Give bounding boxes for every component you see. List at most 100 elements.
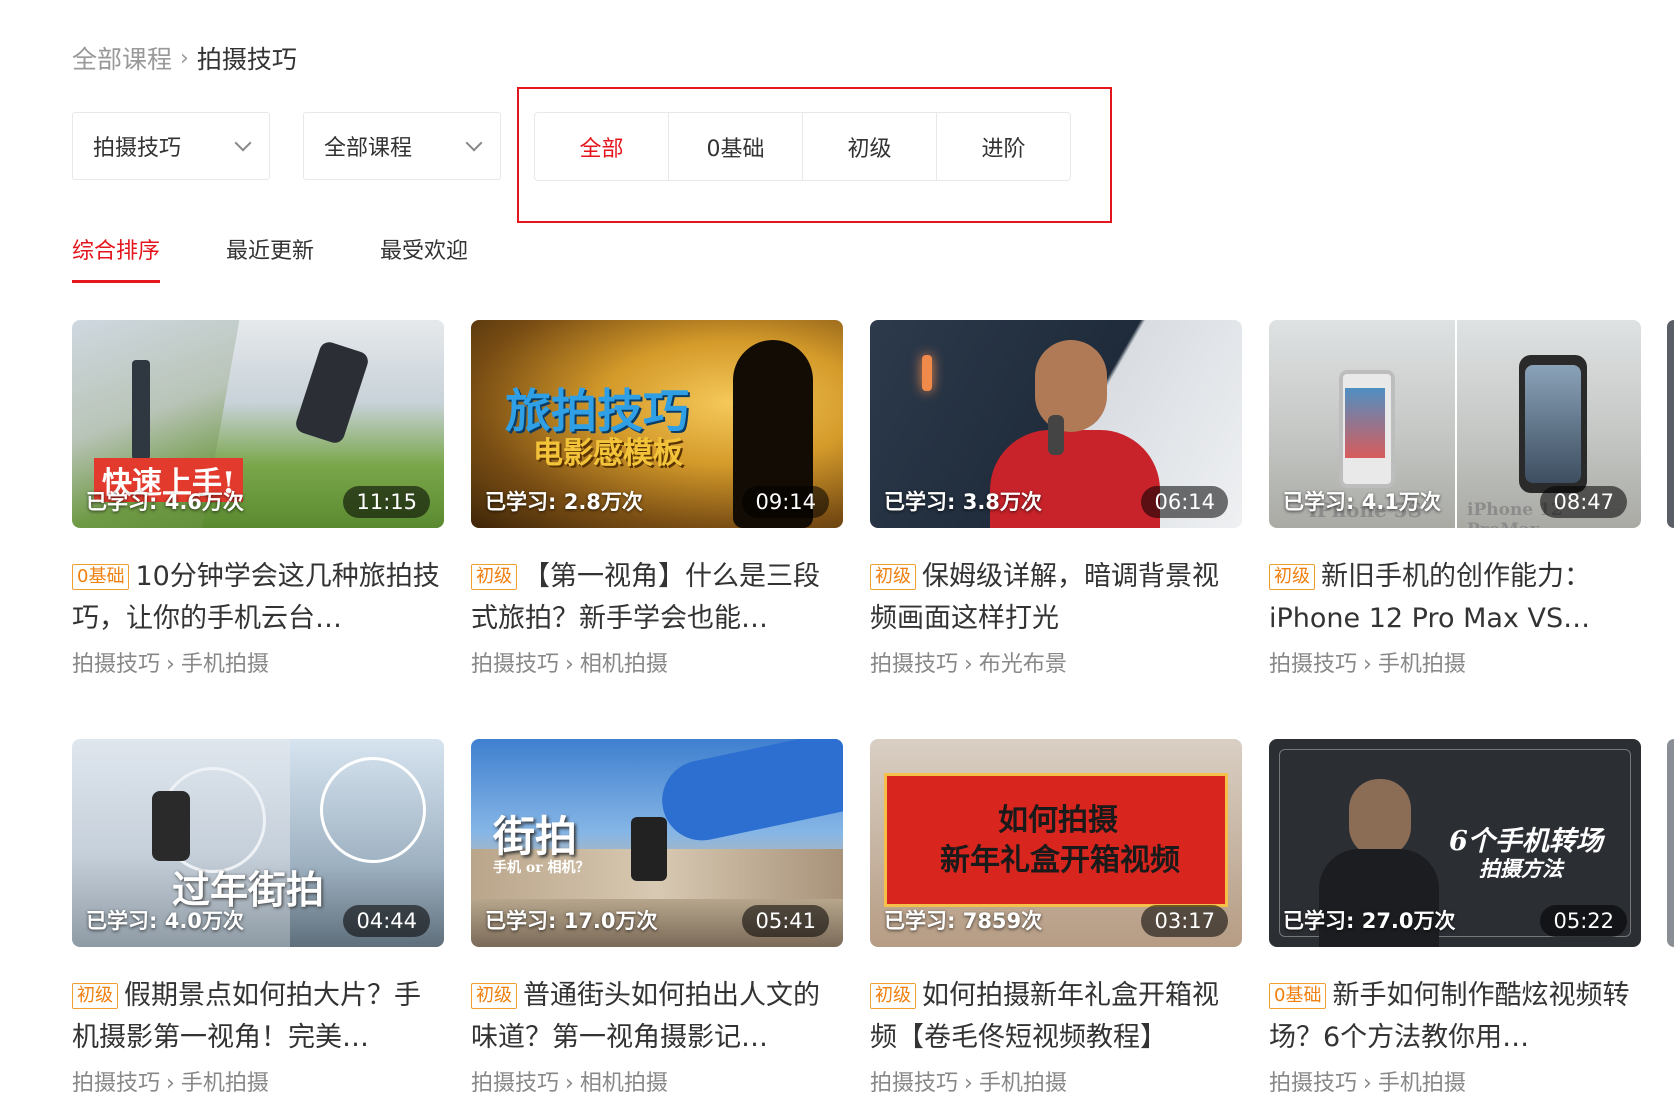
category-select[interactable]: 拍摄技巧 <box>72 112 270 180</box>
course-thumbnail[interactable]: 已学习: 3.8万次 06:14 <box>870 320 1242 528</box>
chevron-right-icon: › <box>1363 652 1372 677</box>
course-title[interactable]: 初级 普通街头如何拍出人文的味道？第一视角摄影记… <box>471 975 843 1059</box>
duration-badge: 09:14 <box>742 486 829 518</box>
course-card[interactable]: 快速上手! 已学习: 4.6万次 11:15 0基础 10分钟学会这几种旅拍技巧，… <box>72 320 444 678</box>
course-thumbnail[interactable]: 旅拍技巧 电影感模板 已学习: 2.8万次 09:14 <box>471 320 843 528</box>
learned-count: 已学习: 27.0万次 <box>1283 909 1456 933</box>
breadcrumb-root-link[interactable]: 全部课程 <box>72 40 172 76</box>
chevron-right-icon: › <box>1363 1071 1372 1096</box>
course-title[interactable]: 初级 新旧手机的创作能力：iPhone 12 Pro Max VS… <box>1269 556 1641 640</box>
course-category: 拍摄技巧 › 手机拍摄 <box>870 1065 1242 1097</box>
category-primary[interactable]: 拍摄技巧 <box>1269 1071 1357 1096</box>
course-thumbnail[interactable]: iPhone 5S iPhone 12 ProMax 已学习: 4.1万次 08… <box>1269 320 1641 528</box>
ferris-wheel-graphic <box>320 757 426 863</box>
course-category: 拍摄技巧 › 相机拍摄 <box>471 646 843 678</box>
next-card-thumbnail-edge[interactable] <box>1667 320 1674 528</box>
category-primary[interactable]: 拍摄技巧 <box>1269 652 1357 677</box>
course-card[interactable]: iPhone 5S iPhone 12 ProMax 已学习: 4.1万次 08… <box>1269 320 1641 678</box>
course-thumbnail[interactable]: 6个手机转场 拍摄方法 已学习: 27.0万次 05:22 <box>1269 739 1641 947</box>
level-tab-beginner[interactable]: 初级 <box>802 113 936 180</box>
duration-badge: 04:44 <box>343 905 430 937</box>
course-card[interactable]: 如何拍摄 新年礼盒开箱视频 已学习: 7859次 03:17 初级 如何拍摄新年礼… <box>870 739 1242 1097</box>
thumbnail-overlay-subtext: 手机 or 相机？ <box>493 860 590 876</box>
course-select-value: 全部课程 <box>324 136 413 161</box>
course-title[interactable]: 初级 假期景点如何拍大片？手机摄影第一视角！完美… <box>72 975 444 1059</box>
learned-count: 已学习: 3.8万次 <box>884 490 1042 514</box>
category-secondary[interactable]: 相机拍摄 <box>580 1071 668 1096</box>
category-primary[interactable]: 拍摄技巧 <box>471 652 559 677</box>
next-card-thumbnail-edge[interactable] <box>1667 739 1674 947</box>
course-title[interactable]: 0基础 新手如何制作酷炫视频转场？6个方法教你用… <box>1269 975 1641 1059</box>
course-category: 拍摄技巧 › 布光布景 <box>870 646 1242 678</box>
level-badge: 初级 <box>471 564 517 590</box>
level-badge: 初级 <box>471 983 517 1009</box>
course-title-text: 【第一视角】什么是三段式旅拍？新手学会也能… <box>471 561 820 634</box>
category-secondary[interactable]: 手机拍摄 <box>1378 652 1466 677</box>
category-secondary[interactable]: 布光布景 <box>979 652 1067 677</box>
learned-count: 已学习: 4.1万次 <box>1283 490 1441 514</box>
category-secondary[interactable]: 手机拍摄 <box>181 1071 269 1096</box>
level-badge: 0基础 <box>72 564 130 590</box>
category-secondary[interactable]: 手机拍摄 <box>1378 1071 1466 1096</box>
learned-count: 已学习: 2.8万次 <box>485 490 643 514</box>
course-title[interactable]: 初级 保姆级详解，暗调背景视频画面这样打光 <box>870 556 1242 640</box>
category-secondary[interactable]: 相机拍摄 <box>580 652 668 677</box>
category-primary[interactable]: 拍摄技巧 <box>870 652 958 677</box>
course-card[interactable]: 旅拍技巧 电影感模板 已学习: 2.8万次 09:14 初级 【第一视角】什么是三… <box>471 320 843 678</box>
chevron-right-icon: › <box>964 1071 973 1096</box>
course-card[interactable]: 过年街拍 已学习: 4.0万次 04:44 初级 假期景点如何拍大片？手机摄影第一… <box>72 739 444 1097</box>
level-tab-advanced[interactable]: 进阶 <box>936 113 1070 180</box>
level-tab-zero-basis[interactable]: 0基础 <box>668 113 802 180</box>
presenter-graphic <box>1349 779 1411 857</box>
course-category: 拍摄技巧 › 手机拍摄 <box>72 1065 444 1097</box>
course-title[interactable]: 初级 如何拍摄新年礼盒开箱视频【卷毛佟短视频教程】 <box>870 975 1242 1059</box>
lamp-graphic <box>922 355 932 391</box>
course-select[interactable]: 全部课程 <box>303 112 501 180</box>
level-badge: 初级 <box>72 983 118 1009</box>
level-tab-all[interactable]: 全部 <box>535 113 668 180</box>
course-title-text: 假期景点如何拍大片？手机摄影第一视角！完美… <box>72 980 421 1053</box>
category-secondary[interactable]: 手机拍摄 <box>979 1071 1067 1096</box>
course-title[interactable]: 0基础 10分钟学会这几种旅拍技巧，让你的手机云台… <box>72 556 444 640</box>
sort-tab-comprehensive[interactable]: 综合排序 <box>72 233 161 283</box>
duration-badge: 05:41 <box>742 905 829 937</box>
course-thumbnail[interactable]: 快速上手! 已学习: 4.6万次 11:15 <box>72 320 444 528</box>
category-select-value: 拍摄技巧 <box>93 136 182 161</box>
category-primary[interactable]: 拍摄技巧 <box>870 1071 958 1096</box>
course-card[interactable]: 6个手机转场 拍摄方法 已学习: 27.0万次 05:22 0基础 新手如何制作酷… <box>1269 739 1641 1097</box>
chevron-right-icon: › <box>166 1071 175 1096</box>
arm-graphic <box>654 739 843 848</box>
sort-tab-recent[interactable]: 最近更新 <box>226 233 314 265</box>
category-primary[interactable]: 拍摄技巧 <box>72 1071 160 1096</box>
microphone-graphic <box>1048 415 1064 455</box>
chevron-right-icon: › <box>180 45 189 71</box>
sort-tab-popular[interactable]: 最受欢迎 <box>380 233 468 265</box>
course-title-text: 新旧手机的创作能力：iPhone 12 Pro Max VS… <box>1269 561 1591 634</box>
duration-badge: 11:15 <box>343 486 430 518</box>
course-title-text: 保姆级详解，暗调背景视频画面这样打光 <box>870 561 1219 634</box>
duration-badge: 03:17 <box>1141 905 1228 937</box>
course-thumbnail[interactable]: 街拍 手机 or 相机？ 已学习: 17.0万次 05:41 <box>471 739 843 947</box>
category-primary[interactable]: 拍摄技巧 <box>471 1071 559 1096</box>
breadcrumb-current: 拍摄技巧 <box>196 45 297 74</box>
course-title[interactable]: 初级 【第一视角】什么是三段式旅拍？新手学会也能… <box>471 556 843 640</box>
course-title-text: 普通街头如何拍出人文的味道？第一视角摄影记… <box>471 980 820 1053</box>
thumbnail-overlay-text: 如何拍摄 <box>998 803 1118 838</box>
level-badge: 初级 <box>870 983 916 1009</box>
course-card[interactable]: 已学习: 3.8万次 06:14 初级 保姆级详解，暗调背景视频画面这样打光 拍摄… <box>870 320 1242 678</box>
hand-phone-graphic <box>152 791 190 861</box>
course-thumbnail[interactable]: 如何拍摄 新年礼盒开箱视频 已学习: 7859次 03:17 <box>870 739 1242 947</box>
course-thumbnail[interactable]: 过年街拍 已学习: 4.0万次 04:44 <box>72 739 444 947</box>
course-title-text: 如何拍摄新年礼盒开箱视频【卷毛佟短视频教程】 <box>870 980 1219 1053</box>
course-category: 拍摄技巧 › 手机拍摄 <box>1269 1065 1641 1097</box>
category-primary[interactable]: 拍摄技巧 <box>72 652 160 677</box>
chevron-right-icon: › <box>565 652 574 677</box>
learned-count: 已学习: 7859次 <box>884 909 1043 933</box>
chevron-right-icon: › <box>964 652 973 677</box>
course-card[interactable]: 街拍 手机 or 相机？ 已学习: 17.0万次 05:41 初级 普通街头如何拍… <box>471 739 843 1097</box>
category-secondary[interactable]: 手机拍摄 <box>181 652 269 677</box>
thumbnail-overlay-text: 街拍 <box>493 812 578 861</box>
thumbnail-overlay-subtext: 电影感模板 <box>533 436 683 471</box>
chevron-down-icon <box>465 134 483 152</box>
learned-count: 已学习: 4.6万次 <box>86 490 244 514</box>
